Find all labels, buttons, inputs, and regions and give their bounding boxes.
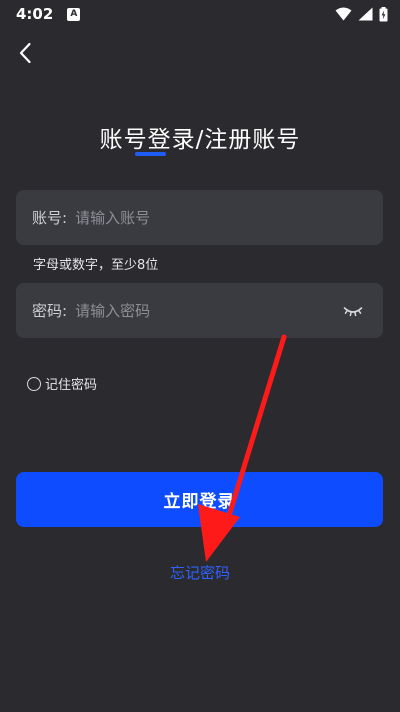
- remember-password-label: 记住密码: [45, 378, 98, 393]
- password-visibility-toggle[interactable]: [339, 297, 367, 325]
- wifi-icon: [335, 7, 352, 21]
- title-underline: [135, 152, 166, 156]
- battery-charging-icon: [379, 6, 388, 21]
- a-notification-icon: A: [67, 7, 81, 21]
- back-button[interactable]: [10, 38, 40, 68]
- login-button[interactable]: 立即登录: [16, 472, 383, 527]
- password-field[interactable]: 密码:: [16, 283, 383, 338]
- annotation-arrow-icon: [198, 334, 287, 562]
- page-title: 账号登录/注册账号: [99, 127, 301, 153]
- password-input[interactable]: [75, 295, 339, 326]
- chevron-left-icon: [19, 42, 31, 64]
- forgot-password-link[interactable]: 忘记密码: [0, 562, 400, 583]
- remember-password-checkbox[interactable]: 记住密码: [27, 374, 97, 393]
- account-label: 账号:: [32, 209, 68, 227]
- login-screen: 4:02 A 账号登录/注册账号 账号: 字母或数字，至少8位: [0, 0, 400, 712]
- status-time: 4:02: [16, 5, 54, 23]
- login-button-label: 立即登录: [163, 492, 236, 511]
- eye-closed-icon: [343, 306, 363, 316]
- status-right: [335, 6, 388, 22]
- account-field[interactable]: 账号:: [16, 190, 383, 245]
- password-label: 密码:: [32, 302, 68, 320]
- account-hint: 字母或数字，至少8位: [33, 258, 159, 273]
- account-input[interactable]: [75, 202, 367, 233]
- signal-icon: [358, 7, 373, 21]
- radio-circle-icon: [27, 376, 41, 391]
- status-left: 4:02 A: [16, 5, 81, 23]
- status-bar: 4:02 A: [0, 0, 400, 28]
